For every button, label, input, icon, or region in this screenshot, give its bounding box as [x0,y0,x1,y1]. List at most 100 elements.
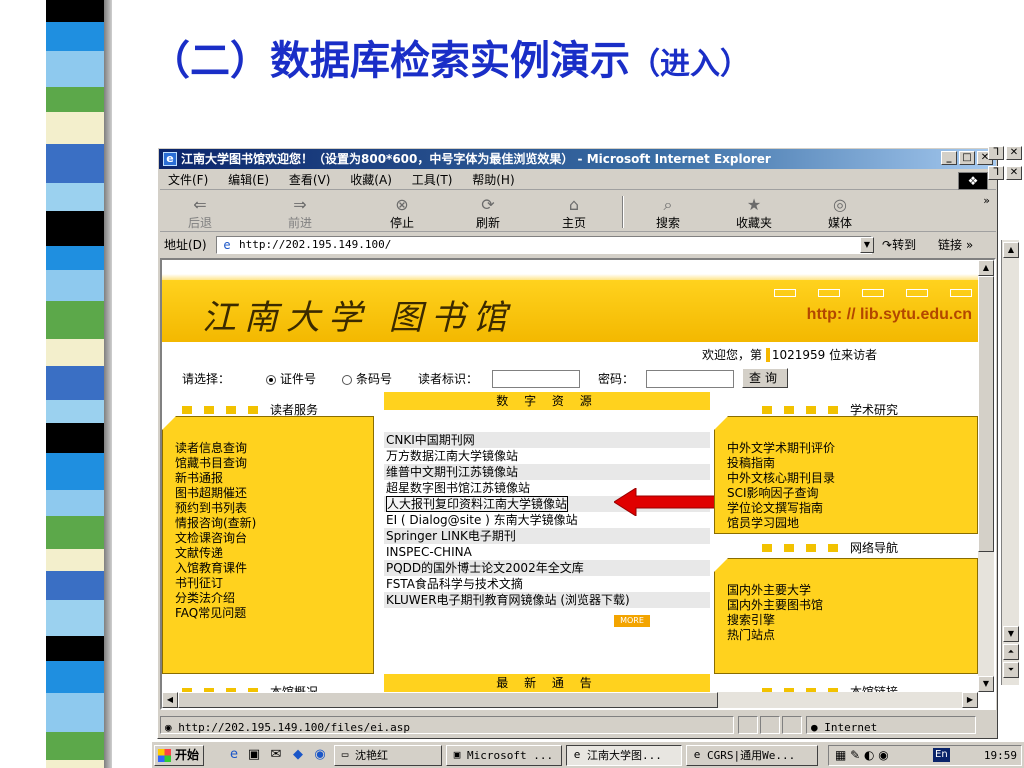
vertical-scroll-thumb[interactable] [978,276,994,552]
database-link[interactable]: 维普中文期刊江苏镜像站 [386,464,706,480]
scroll-down-icon[interactable]: ▼ [1003,626,1019,642]
favorites-button[interactable]: ★ 收藏夹 [724,194,784,231]
vertical-scrollbar[interactable]: ▲ ▼ [978,260,994,692]
menu-view[interactable]: 查看(V) [289,173,331,187]
ime-indicator[interactable]: En [933,748,950,762]
go-button[interactable]: ↷转到 [882,234,916,256]
visitor-counter: 欢迎您，第 1021959 位来访者 [702,348,878,362]
scroll-right-icon[interactable]: ▶ [962,692,978,708]
reader-service-link[interactable]: 预约到书列表 [175,501,256,516]
academic-link[interactable]: 中外文核心期刊目录 [727,471,835,486]
reader-service-list: 读者信息查询 馆藏书目查询 新书通报 图书超期催还 预约到书列表 情报咨询(查新) 文检课咨… [175,441,256,621]
stop-button[interactable]: ⊗ 停止 [372,194,432,231]
menu-tools[interactable]: 工具(T) [412,173,453,187]
links-button[interactable]: 链接 » [938,234,973,256]
database-link[interactable]: PQDD的国外博士论文2002年全文库 [386,560,706,576]
scroll-down-icon[interactable]: ▼ [978,676,994,692]
password-input[interactable] [646,370,734,388]
reader-service-link[interactable]: 新书通报 [175,471,256,486]
maximize-button[interactable]: □ [959,151,975,165]
reader-service-link[interactable]: 馆藏书目查询 [175,456,256,471]
background-restore-button[interactable]: ᒣ [988,166,1004,180]
radio-id-card[interactable]: 证件号 [266,366,316,392]
page-up-icon[interactable]: ⏶ [1003,644,1019,660]
scroll-up-icon[interactable]: ▲ [1003,242,1019,258]
web-navigation-header: 网络导航 [762,540,898,556]
horizontal-scroll-thumb[interactable] [178,692,718,708]
reader-service-link[interactable]: 情报咨询(查新) [175,516,256,531]
task-cgrs[interactable]: e CGRS|通用We... [686,745,818,766]
reader-id-input[interactable] [492,370,580,388]
database-link[interactable]: FSTA食品科学与技术文摘 [386,576,706,592]
academic-link[interactable]: 学位论文撰写指南 [727,501,835,516]
toolbar-chevron-icon[interactable]: » [983,194,990,207]
stripe-band [46,571,104,600]
menu-file[interactable]: 文件(F) [168,173,208,187]
status-zone-cell: ● Internet [806,716,976,734]
database-link[interactable]: INSPEC-CHINA [386,544,706,560]
query-button[interactable]: 查询 [742,368,788,388]
media-quicklaunch-icon[interactable]: ◉ [312,747,328,763]
reader-service-link[interactable]: 分类法介绍 [175,591,256,606]
outlook-quicklaunch-icon[interactable]: ✉ [268,747,284,763]
app-quicklaunch-icon[interactable]: ◆ [290,747,306,763]
system-tray: ▦ ✎ ◐ ◉ En 19:59 [828,745,1022,766]
home-button[interactable]: ⌂ 主页 [544,194,604,231]
database-link[interactable]: CNKI中国期刊网 [386,432,706,448]
page-down-icon[interactable]: ⏷ [1003,662,1019,678]
tray-icons[interactable]: ▦ ✎ ◐ ◉ [835,746,889,765]
background-close-button[interactable]: ✕ [1006,166,1022,180]
forward-button[interactable]: ⇒ 前进 [270,194,330,231]
background-scrollbar[interactable]: ▲ ▼ ⏶ ⏷ [1001,240,1019,685]
reader-service-link[interactable]: 书刊征订 [175,576,256,591]
reader-service-link[interactable]: 文献传递 [175,546,256,561]
academic-link[interactable]: 中外文学术期刊评价 [727,441,835,456]
stripe-band [46,301,104,339]
more-button[interactable]: MORE [614,615,650,627]
start-button[interactable]: 开始 [154,745,205,766]
database-link[interactable]: 万方数据江南大学镜像站 [386,448,706,464]
web-navigation-link[interactable]: 搜索引擎 [727,613,823,628]
academic-link[interactable]: 投稿指南 [727,456,835,471]
address-dropdown-icon[interactable]: ▼ [860,237,874,253]
ie-titlebar[interactable]: e 江南大学图书馆欢迎您！（设置为800*600，中号字体为最佳浏览效果） - … [159,149,996,169]
academic-link[interactable]: 馆员学习园地 [727,516,835,531]
background-close-button[interactable]: ✕ [1006,146,1022,160]
desktop-quicklaunch-icon[interactable]: ▣ [246,747,262,763]
scroll-left-icon[interactable]: ◀ [162,692,178,708]
menu-favorites[interactable]: 收藏(A) [350,173,392,187]
stripe-band [46,270,104,301]
slide-title: （二）数据库检索实例演示（进入） [150,28,1020,92]
web-navigation-link[interactable]: 热门站点 [727,628,823,643]
reader-service-link[interactable]: FAQ常见问题 [175,606,256,621]
search-icon: ⌕ [663,195,673,214]
web-navigation-link[interactable]: 国内外主要大学 [727,583,823,598]
back-button[interactable]: ⇐ 后退 [170,194,230,231]
radio-barcode[interactable]: 条码号 [342,366,392,392]
reader-service-link[interactable]: 文检课咨询台 [175,531,256,546]
menu-help[interactable]: 帮助(H) [472,173,514,187]
media-button[interactable]: ◎ 媒体 [810,194,870,231]
search-button[interactable]: ⌕ 搜索 [638,194,698,231]
horizontal-scrollbar[interactable]: ◀ ▶ [162,692,978,708]
media-icon: ◎ [833,195,847,214]
address-input[interactable]: e http://202.195.149.100/ [216,236,872,254]
web-navigation-link[interactable]: 国内外主要图书馆 [727,598,823,613]
reader-service-link[interactable]: 图书超期催还 [175,486,256,501]
academic-link[interactable]: SCI影响因子查询 [727,486,835,501]
reader-service-panel: 读者信息查询 馆藏书目查询 新书通报 图书超期催还 预约到书列表 情报咨询(查新) 文检课咨… [162,416,374,674]
database-link[interactable]: KLUWER电子期刊教育网镜像站 (浏览器下载) [386,592,706,608]
library-header: 江南大学 图书馆 http: // lib.sytu.edu.cn [162,274,978,342]
minimize-button[interactable]: _ [941,151,957,165]
refresh-button[interactable]: ⟳ 刷新 [458,194,518,231]
background-restore-button[interactable]: ᒣ [988,146,1004,160]
ie-quicklaunch-icon[interactable]: e [226,747,242,763]
reader-service-link[interactable]: 读者信息查询 [175,441,256,456]
task-powerpoint[interactable]: ▣ Microsoft ... [446,745,562,766]
menu-edit[interactable]: 编辑(E) [228,173,269,187]
reader-service-link[interactable]: 入馆教育课件 [175,561,256,576]
task-folder[interactable]: ▭ 沈艳红 [334,745,442,766]
scroll-up-icon[interactable]: ▲ [978,260,994,276]
database-link[interactable]: Springer LINK电子期刊 [386,528,706,544]
task-ie-library[interactable]: e 江南大学图... [566,745,682,766]
